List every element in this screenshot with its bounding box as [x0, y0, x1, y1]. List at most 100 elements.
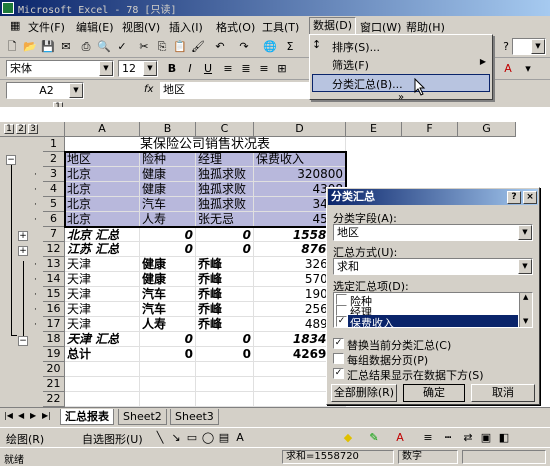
col-header-b[interactable]: B — [140, 122, 196, 137]
print-icon[interactable]: ⎙ — [78, 39, 94, 55]
arrow-style-icon[interactable]: ⇄ — [460, 430, 476, 446]
fill-color-icon[interactable]: ◆ — [340, 430, 356, 446]
row-header[interactable]: 3 — [43, 167, 65, 182]
menu-tools[interactable]: 工具(T) — [262, 19, 299, 35]
row-header[interactable]: 20 — [43, 362, 65, 377]
oval-icon[interactable]: ◯ — [200, 430, 216, 446]
region-cell[interactable] — [65, 362, 140, 377]
shadow-icon[interactable]: ▣ — [478, 430, 494, 446]
region-cell[interactable]: 北京 — [65, 212, 140, 227]
region-cell[interactable]: 天津 — [65, 272, 140, 287]
format-painter-icon[interactable]: 🖌 — [190, 39, 206, 55]
autoshapes-menu[interactable]: 自选图形(U) — [82, 431, 143, 447]
row-header[interactable]: 17 — [43, 317, 65, 332]
row-level-2-button[interactable]: 2 — [16, 124, 26, 134]
row-header[interactable]: 4 — [43, 182, 65, 197]
type-cell[interactable] — [140, 377, 196, 392]
chevron-up-icon[interactable]: ▲ — [523, 293, 528, 301]
type-cell[interactable]: 健康 — [140, 257, 196, 272]
redo-icon[interactable]: ↷ — [236, 39, 252, 55]
region-cell[interactable]: 天津 — [65, 302, 140, 317]
region-cell[interactable]: 北京 汇总 — [65, 227, 140, 242]
align-left-icon[interactable]: ≡ — [220, 61, 236, 77]
region-cell[interactable]: 天津 — [65, 287, 140, 302]
help-button[interactable]: ? — [507, 191, 521, 204]
undo-icon[interactable]: ↶ — [212, 39, 228, 55]
region-cell[interactable] — [65, 377, 140, 392]
manager-cell[interactable]: 0 — [196, 347, 254, 362]
type-cell[interactable]: 汽车 — [140, 287, 196, 302]
wordart-icon[interactable]: A — [232, 430, 248, 446]
italic-icon[interactable]: I — [182, 61, 198, 77]
type-cell[interactable]: 人寿 — [140, 317, 196, 332]
row-level-3-button[interactable]: 3 — [28, 124, 38, 134]
bold-icon[interactable]: B — [164, 61, 180, 77]
region-cell[interactable]: 天津 汇总 — [65, 332, 140, 347]
type-cell[interactable]: 汽车 — [140, 302, 196, 317]
manager-cell[interactable]: 乔峰 — [196, 272, 254, 287]
textbox-icon[interactable]: ▤ — [216, 430, 232, 446]
hyperlink-icon[interactable]: 🌐 — [262, 39, 278, 55]
menu-insert[interactable]: 插入(I) — [169, 19, 203, 35]
function-select[interactable]: 求和 ▼ — [333, 258, 533, 275]
email-icon[interactable]: ✉ — [58, 39, 74, 55]
row-header[interactable]: 2 — [43, 152, 65, 167]
ok-button[interactable]: 确定 — [403, 384, 465, 402]
type-cell[interactable]: 0 — [140, 347, 196, 362]
arrow-icon[interactable]: ↘ — [168, 430, 184, 446]
menu-help[interactable]: 帮助(H) — [406, 19, 445, 35]
manager-cell[interactable] — [196, 392, 254, 407]
row-header[interactable]: 13 — [43, 257, 65, 272]
menu-edit[interactable]: 编辑(E) — [76, 19, 114, 35]
spelling-icon[interactable]: ✓ — [114, 39, 130, 55]
manager-cell[interactable]: 张无忌 — [196, 212, 254, 227]
open-icon[interactable]: 📂 — [22, 39, 38, 55]
manager-cell[interactable]: 独孤求败 — [196, 167, 254, 182]
type-cell[interactable]: 汽车 — [140, 197, 196, 212]
manager-cell[interactable]: 独孤求败 — [196, 182, 254, 197]
region-cell[interactable]: 北京 — [65, 182, 140, 197]
sheet-title[interactable]: 某保险公司销售状况表 — [65, 137, 346, 152]
row-header[interactable]: 14 — [43, 272, 65, 287]
select-all-corner[interactable] — [43, 122, 65, 137]
menu-format[interactable]: 格式(O) — [216, 19, 255, 35]
header-cell[interactable]: 地区 — [65, 152, 140, 167]
items-listbox[interactable]: 险种 经理 ✓ 保费收入 ▲ ▼ — [333, 292, 533, 330]
item-checkbox-checked[interactable]: ✓ — [336, 316, 347, 327]
sheet-tab-sheet3[interactable]: Sheet3 — [170, 409, 219, 425]
zoom-combo[interactable]: ▼ — [512, 38, 546, 55]
region-cell[interactable]: 北京 — [65, 197, 140, 212]
merge-center-icon[interactable]: ⊞ — [274, 61, 290, 77]
manager-cell[interactable] — [196, 362, 254, 377]
col-header-a[interactable]: A — [65, 122, 140, 137]
col-header-g[interactable]: G — [458, 122, 516, 137]
manager-cell[interactable]: 0 — [196, 242, 254, 257]
row-header[interactable]: 6 — [43, 212, 65, 227]
autosum-icon[interactable]: Σ — [282, 39, 298, 55]
row-header[interactable]: 19 — [43, 347, 65, 362]
line-color-icon[interactable]: ✎ — [366, 430, 382, 446]
manager-cell[interactable] — [196, 377, 254, 392]
group-field-select[interactable]: 地区 ▼ — [333, 224, 533, 241]
header-cell[interactable]: 经理 — [196, 152, 254, 167]
manager-cell[interactable]: 乔峰 — [196, 257, 254, 272]
region-cell[interactable]: 江苏 汇总 — [65, 242, 140, 257]
row-header[interactable]: 15 — [43, 287, 65, 302]
region-cell[interactable] — [65, 392, 140, 407]
font-size-combo[interactable]: 12 ▼ — [118, 60, 158, 77]
expand-icon[interactable]: + — [18, 246, 28, 256]
manager-cell[interactable]: 0 — [196, 332, 254, 347]
row-header[interactable]: 22 — [43, 392, 65, 407]
collapse-icon[interactable]: − — [6, 155, 16, 165]
col-header-e[interactable]: E — [346, 122, 402, 137]
listbox-scrollbar[interactable]: ▲ ▼ — [519, 293, 532, 327]
line-style-icon[interactable]: ≡ — [420, 430, 436, 446]
type-cell[interactable] — [140, 392, 196, 407]
remove-all-button[interactable]: 全部删除(R) — [331, 384, 397, 402]
underline-icon[interactable]: U — [200, 61, 216, 77]
menu-window[interactable]: 窗口(W) — [360, 19, 401, 35]
menu-data[interactable]: 数据(D) — [309, 17, 357, 35]
save-icon[interactable]: 💾 — [40, 39, 56, 55]
collapse-icon[interactable]: − — [18, 336, 28, 346]
premium-cell[interactable]: 320800 — [254, 167, 346, 182]
